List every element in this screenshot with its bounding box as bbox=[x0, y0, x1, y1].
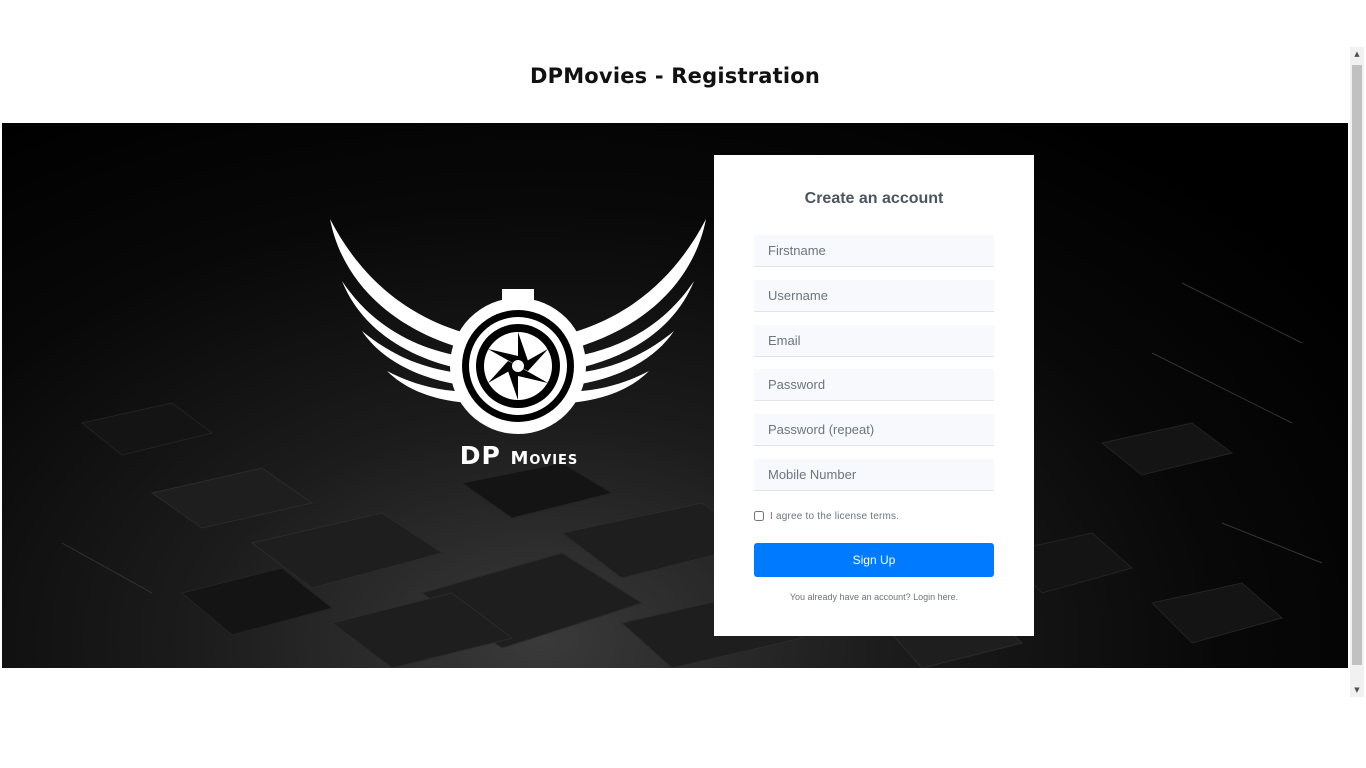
login-link[interactable]: You already have an account? Login here. bbox=[714, 592, 1034, 602]
username-input[interactable] bbox=[754, 280, 994, 312]
vertical-scrollbar[interactable]: ▲ ▼ bbox=[1350, 47, 1364, 697]
license-checkbox[interactable] bbox=[754, 511, 764, 521]
logo-text: DP Movies bbox=[442, 441, 596, 470]
email-input[interactable] bbox=[754, 325, 994, 357]
page-title: DPMovies - Registration bbox=[0, 64, 1350, 88]
form-title-rest: an account bbox=[854, 190, 944, 207]
license-agreement[interactable]: I agree to the license terms. bbox=[754, 509, 899, 523]
page-title-rest: Movies - Registration bbox=[563, 64, 821, 88]
page-title-bold: DP bbox=[529, 64, 564, 88]
firstname-input[interactable] bbox=[754, 235, 994, 267]
sign-up-button[interactable]: Sign Up bbox=[754, 543, 994, 577]
hero-banner: DP Movies bbox=[2, 123, 1348, 668]
scroll-up-icon[interactable]: ▲ bbox=[1350, 47, 1364, 61]
logo-text-small: Movies bbox=[510, 448, 579, 469]
password-repeat-input[interactable] bbox=[754, 414, 994, 446]
license-label: I agree to the license terms. bbox=[770, 510, 900, 522]
scroll-down-icon[interactable]: ▼ bbox=[1350, 683, 1364, 697]
form-title: Create an account bbox=[714, 190, 1034, 208]
password-input[interactable] bbox=[754, 369, 994, 401]
registration-form: Create an account I agree to the license… bbox=[714, 155, 1034, 636]
scroll-thumb[interactable] bbox=[1352, 65, 1362, 665]
form-title-bold: Create bbox=[804, 190, 855, 207]
mobile-number-input[interactable] bbox=[754, 459, 994, 491]
logo-text-big: DP bbox=[459, 441, 501, 470]
